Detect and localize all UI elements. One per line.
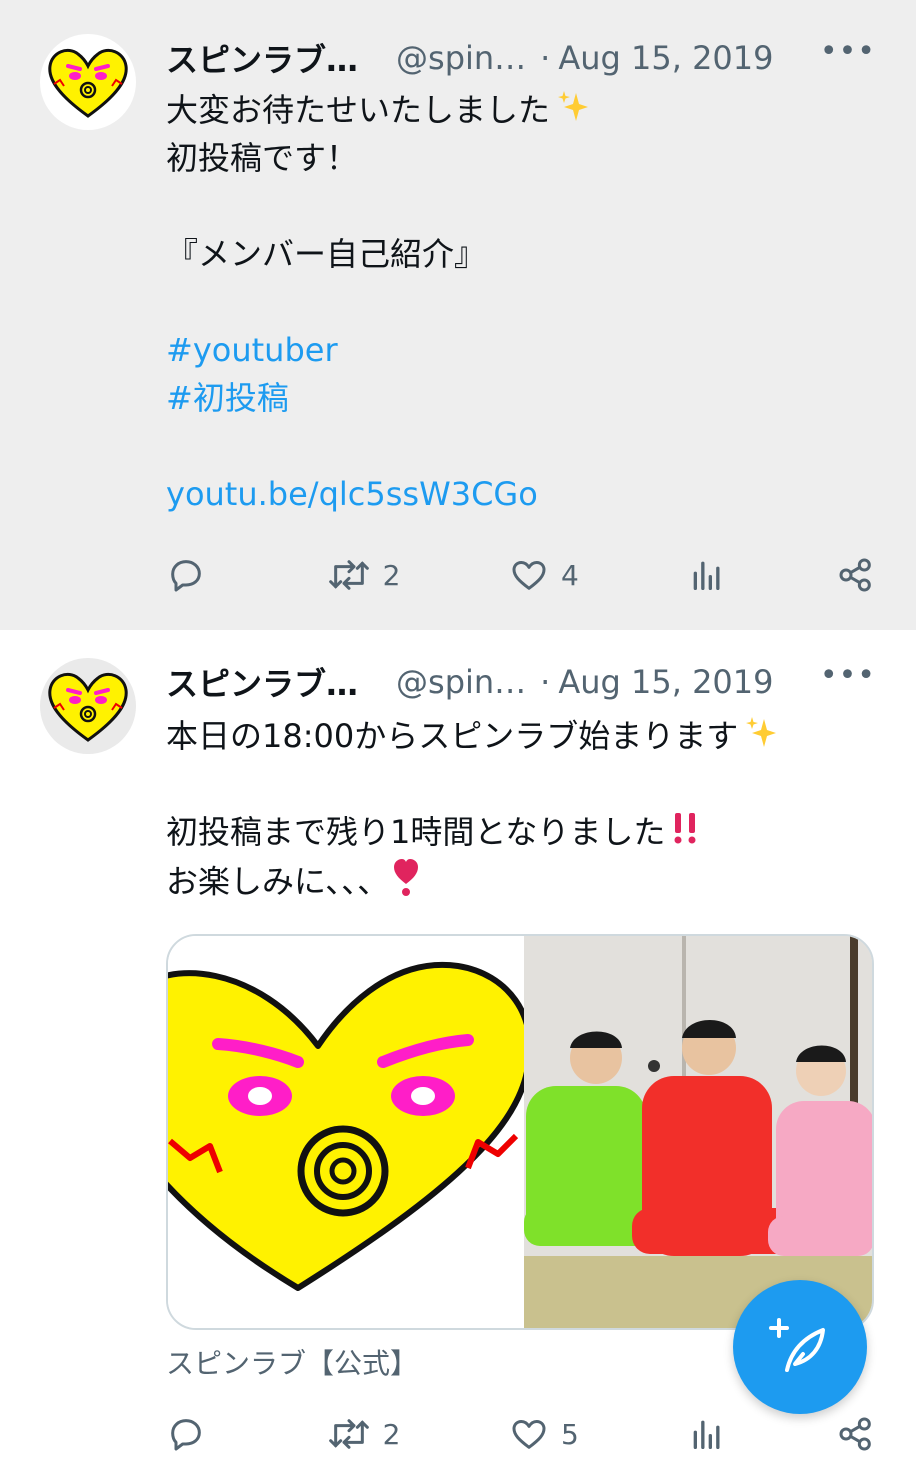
tweet-line: お楽しみに､､､ xyxy=(166,856,876,904)
more-icon[interactable]: ••• xyxy=(820,658,876,693)
tweet-header: スピンラブ… @spin… · Aug 15, 2019 ••• xyxy=(166,34,876,82)
tweet-line xyxy=(166,182,876,230)
heart-avatar-icon xyxy=(48,673,128,742)
retweet-count: 2 xyxy=(382,1417,401,1451)
tweet-line-text: お楽しみに､､､ xyxy=(166,862,385,901)
retweet-icon xyxy=(328,1419,369,1449)
views-button[interactable] xyxy=(687,1414,727,1454)
retweet-count: 2 xyxy=(382,558,401,592)
like-button[interactable]: 5 xyxy=(509,1414,579,1454)
sparkles-icon xyxy=(556,88,590,136)
hashtag-link[interactable]: #初投稿 xyxy=(166,374,876,422)
share-icon xyxy=(839,1417,871,1451)
tweet-date[interactable]: Aug 15, 2019 xyxy=(558,39,773,77)
tweet-header: スピンラブ… @spin… · Aug 15, 2019 ••• xyxy=(166,658,876,706)
tweet-line: 本日の18:00からスピンラブ始まります xyxy=(166,712,876,760)
share-button[interactable] xyxy=(836,1414,876,1454)
heart-logo-icon xyxy=(168,961,533,1291)
tweet-actions: 2 4 xyxy=(166,550,876,600)
media-grid[interactable] xyxy=(166,934,874,1330)
tweet-text: 本日の18:00からスピンラブ始まります 初投稿まで残り1時間となりました お楽… xyxy=(166,712,876,904)
tweet-line xyxy=(166,278,876,326)
author-name[interactable]: スピンラブ… xyxy=(166,35,358,81)
media-caption[interactable]: スピンラブ【公式】 xyxy=(166,1342,418,1382)
reply-icon xyxy=(171,560,201,592)
heart-exclamation-icon xyxy=(390,856,422,911)
tweet-line-text: 大変お待たせいたしました xyxy=(166,91,551,129)
like-button[interactable]: 4 xyxy=(509,555,579,595)
tweet-date[interactable]: Aug 15, 2019 xyxy=(558,663,773,701)
tweet-line xyxy=(166,760,876,808)
retweet-button[interactable]: 2 xyxy=(327,555,401,595)
like-count: 5 xyxy=(560,1417,579,1451)
views-icon xyxy=(694,1420,720,1449)
separator: · xyxy=(540,39,551,77)
sparkles-icon xyxy=(744,714,778,762)
like-icon xyxy=(512,1420,546,1449)
author-handle[interactable]: @spin… xyxy=(396,663,526,701)
retweet-button[interactable]: 2 xyxy=(327,1414,401,1454)
author-handle[interactable]: @spin… xyxy=(396,39,526,77)
reply-icon xyxy=(171,1419,201,1451)
tweet-1[interactable]: スピンラブ… @spin… · Aug 15, 2019 ••• 大変お待たせい… xyxy=(0,0,916,630)
compose-icon xyxy=(769,1318,825,1372)
separator: · xyxy=(540,663,551,701)
tweet-actions: 2 5 xyxy=(166,1409,876,1459)
reply-button[interactable] xyxy=(166,555,218,595)
tweet-line-text: 本日の18:00からスピンラブ始まります xyxy=(166,717,739,755)
tweet-line: 『メンバー自己紹介』 xyxy=(166,235,487,273)
tweet-text: 大変お待たせいたしました 初投稿です！ 『メンバー自己紹介』 #youtuber… xyxy=(166,86,876,518)
heart-avatar-icon xyxy=(48,49,128,118)
share-button[interactable] xyxy=(836,555,876,595)
tweet-line: 大変お待たせいたしました xyxy=(166,86,876,134)
url-link[interactable]: youtu.be/qlc5ssW3CGo xyxy=(166,470,876,518)
avatar[interactable] xyxy=(40,34,136,130)
like-icon xyxy=(512,561,546,590)
more-icon[interactable]: ••• xyxy=(820,34,876,69)
members-photo[interactable] xyxy=(524,936,872,1328)
retweet-icon xyxy=(328,560,369,590)
avatar[interactable] xyxy=(40,658,136,754)
share-icon xyxy=(839,558,871,592)
hashtag-link[interactable]: #youtuber xyxy=(166,326,876,374)
double-exclamation-icon xyxy=(671,810,701,859)
tweet-line: 初投稿です！ xyxy=(166,139,359,177)
compose-tweet-button[interactable] xyxy=(733,1280,867,1414)
tweet-line-text: 初投稿まで残り1時間となりました xyxy=(166,813,666,851)
members-photo-icon xyxy=(524,936,872,1328)
heart-logo-image[interactable] xyxy=(168,936,533,1328)
like-count: 4 xyxy=(560,558,579,592)
views-icon xyxy=(694,561,720,590)
reply-button[interactable] xyxy=(166,1414,218,1454)
tweet-line xyxy=(166,422,876,470)
tweet-line: 初投稿まで残り1時間となりました xyxy=(166,808,876,856)
views-button[interactable] xyxy=(687,555,727,595)
author-name[interactable]: スピンラブ… xyxy=(166,659,358,705)
